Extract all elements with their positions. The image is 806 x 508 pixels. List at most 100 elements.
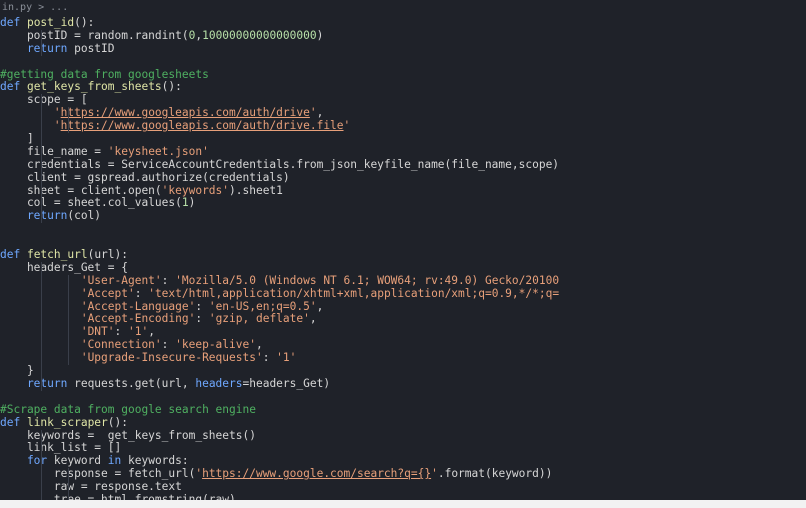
indent-guide: [40, 352, 42, 366]
indent-guide: [67, 274, 69, 288]
code-token: 'keywords': [161, 184, 230, 197]
code-token: for: [0, 455, 54, 468]
code-token: ,: [316, 107, 324, 120]
code-token: ): [316, 29, 324, 42]
code-line[interactable]: client = gspread.authorize(credentials): [0, 171, 806, 185]
code-token: .format(keyword)): [437, 468, 553, 481]
code-line[interactable]: keywords = get_keys_from_sheets(): [0, 429, 806, 443]
indent-guide: [40, 313, 42, 327]
code-token: get_keys_from_sheets: [26, 81, 162, 94]
code-token: col = sheet.col_values(: [0, 197, 182, 210]
code-token: def: [0, 249, 27, 262]
code-token: '1': [276, 352, 297, 365]
code-line[interactable]: 'Accept-Encoding': 'gzip, deflate',: [0, 313, 806, 327]
indent-guide: [67, 326, 69, 340]
indent-guide: [40, 300, 42, 314]
code-line[interactable]: def fetch_url(url):: [0, 249, 806, 262]
indent-guide: [67, 313, 69, 327]
code-line[interactable]: def link_scraper():: [0, 417, 806, 430]
code-line[interactable]: #Scrape data from google search engine: [0, 404, 806, 417]
indent-guide: [40, 133, 42, 146]
indent-guide: [40, 184, 42, 198]
code-token: response = fetch_url(: [0, 468, 196, 481]
code-line[interactable]: response = fetch_url('https://www.google…: [0, 468, 806, 482]
code-line[interactable]: link_list = []: [0, 442, 806, 456]
code-line[interactable]: return(col): [0, 210, 806, 224]
indent-guide: [67, 339, 69, 353]
code-line[interactable]: 'Accept-Language': 'en-US,en;q=0.5',: [0, 300, 806, 314]
code-token: 'Mozilla/5.0 (Windows NT 6.1; WOW64; rv:…: [175, 274, 560, 287]
code-token: :: [161, 274, 176, 287]
code-token: file_name =: [0, 145, 108, 158]
code-line[interactable]: def post_id():: [0, 17, 806, 30]
code-token: #getting data from googlesheets: [0, 68, 209, 81]
code-token: 'Accept': [80, 287, 135, 300]
code-token: ():: [161, 81, 182, 94]
code-line[interactable]: file_name = 'keysheet.json': [0, 145, 806, 159]
code-line[interactable]: [0, 236, 806, 249]
code-token: headers: [195, 377, 243, 390]
code-token: (col): [67, 210, 102, 223]
code-line[interactable]: return postID: [0, 42, 806, 56]
indent-guide: [40, 274, 42, 288]
code-token: 'keep-alive': [175, 339, 256, 352]
code-line[interactable]: raw = response.text: [0, 481, 806, 494]
code-line[interactable]: def get_keys_from_sheets():: [0, 81, 806, 94]
code-line[interactable]: credentials = ServiceAccountCredentials.…: [0, 158, 806, 172]
code-token: postID = random.randint(: [0, 29, 189, 42]
indent-guide: [67, 107, 69, 121]
code-token: def: [0, 416, 27, 429]
indent-guide: [40, 326, 42, 340]
indent-guide: [40, 455, 42, 469]
indent-guide: [40, 197, 42, 211]
indent-guide: [67, 300, 69, 314]
code-token: ,: [309, 313, 317, 326]
code-token: ,: [148, 326, 155, 339]
code-token: in: [107, 455, 128, 468]
indent-guide: [40, 107, 42, 121]
code-token: =headers_Get): [242, 377, 331, 390]
code-line[interactable]: 'Upgrade-Insecure-Requests': '1': [0, 352, 806, 366]
code-line[interactable]: headers_Get = {: [0, 261, 806, 275]
code-token: 'keysheet.json': [107, 145, 209, 158]
code-line[interactable]: scope = [: [0, 94, 806, 108]
code-line[interactable]: 'Accept': 'text/html,application/xhtml+x…: [0, 287, 806, 301]
code-token: 'DNT': [80, 326, 115, 339]
indent-guide: [40, 120, 42, 134]
code-line[interactable]: }: [0, 365, 806, 378]
code-line[interactable]: 'https://www.googleapis.com/auth/drive.f…: [0, 120, 806, 134]
code-token: ': [343, 120, 351, 133]
indent-guide: [40, 442, 42, 456]
code-token: raw = response.text: [0, 481, 182, 494]
code-editor[interactable]: in.py > ... def post_id(): postID = rand…: [0, 0, 806, 500]
code-token: ': [53, 107, 61, 120]
code-line[interactable]: sheet = client.open('keywords').sheet1: [0, 184, 806, 198]
breadcrumb[interactable]: in.py > ...: [0, 0, 68, 16]
indent-guide: [67, 481, 69, 494]
code-line[interactable]: for keyword in keywords:: [0, 455, 806, 469]
code-token: https://www.google.com/search?q={}: [202, 468, 432, 481]
code-line[interactable]: 'DNT': '1',: [0, 326, 806, 340]
code-area[interactable]: def post_id(): postID = random.randint(0…: [0, 17, 806, 500]
code-token: ():: [107, 416, 128, 429]
code-line[interactable]: [0, 56, 806, 69]
code-line[interactable]: [0, 391, 806, 404]
code-line[interactable]: postID = random.randint(0,10000000000000…: [0, 29, 806, 43]
code-token: 'Accept-Language': [80, 300, 196, 313]
code-line[interactable]: col = sheet.col_values(1): [0, 197, 806, 211]
code-line[interactable]: [0, 223, 806, 236]
code-token: ): [188, 197, 196, 210]
indent-guide: [40, 481, 42, 494]
code-token: client = gspread.authorize(credentials): [0, 171, 290, 184]
code-line[interactable]: #getting data from googlesheets: [0, 69, 806, 82]
code-token: ': [53, 120, 61, 133]
code-token: keywords = get_keys_from_sheets(): [0, 429, 256, 442]
code-line[interactable]: 'User-Agent': 'Mozilla/5.0 (Windows NT 6…: [0, 274, 806, 288]
code-line[interactable]: 'Connection': 'keep-alive',: [0, 339, 806, 353]
code-line[interactable]: ]: [0, 133, 806, 146]
code-line[interactable]: 'https://www.googleapis.com/auth/drive',: [0, 107, 806, 121]
code-token: ():: [74, 17, 95, 29]
code-line[interactable]: return requests.get(url, headers=headers…: [0, 377, 806, 391]
